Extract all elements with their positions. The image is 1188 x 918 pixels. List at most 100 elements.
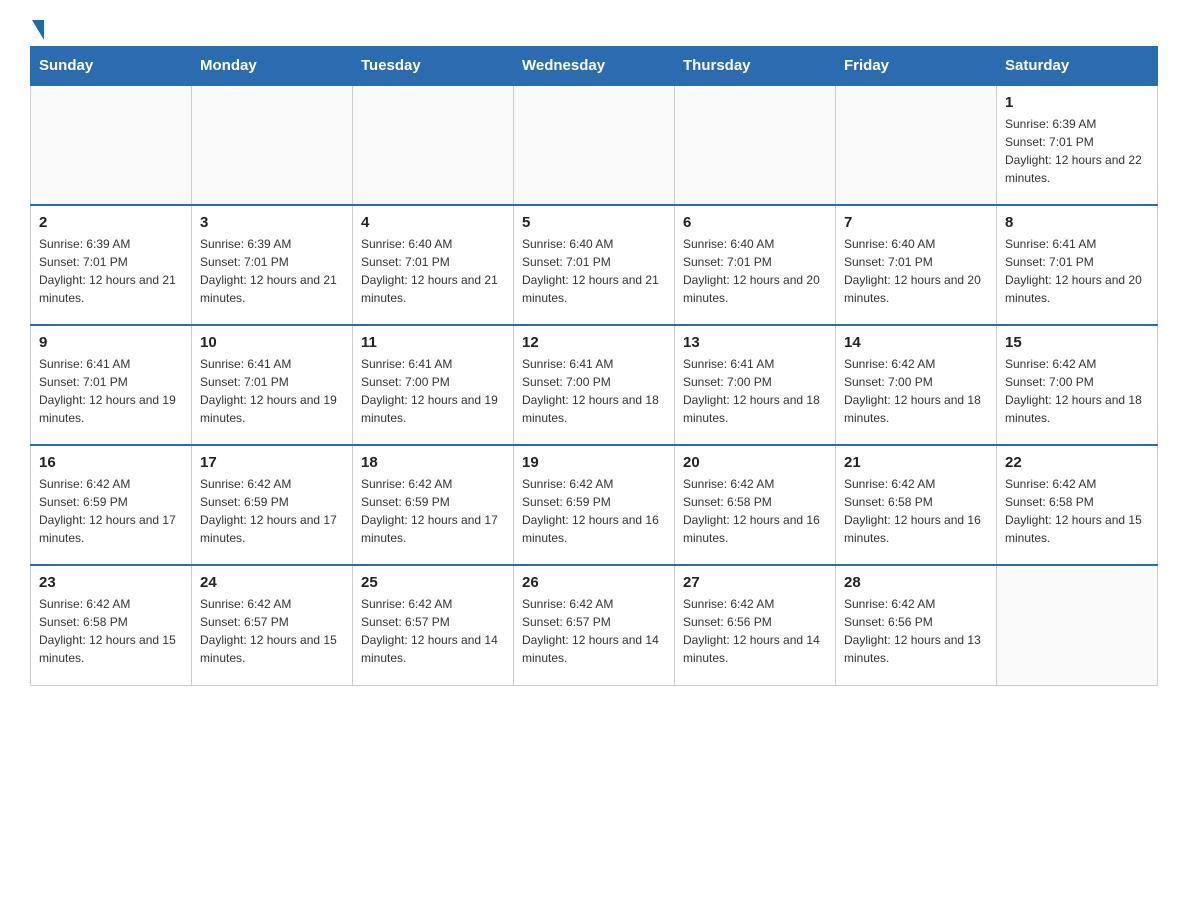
calendar-cell: 12 Sunrise: 6:41 AMSunset: 7:00 PMDayligh… [514,325,675,445]
day-number: 27 [683,574,827,591]
calendar-cell: 24 Sunrise: 6:42 AMSunset: 6:57 PMDayligh… [192,565,353,685]
day-info: Sunrise: 6:40 AMSunset: 7:01 PMDaylight:… [522,235,666,307]
day-number: 17 [200,454,344,471]
day-info: Sunrise: 6:42 AMSunset: 6:56 PMDaylight:… [683,595,827,667]
calendar-cell: 25Sunrise: 6:42 AMSunset: 6:57 PMDayligh… [353,565,514,685]
day-info: Sunrise: 6:42 AMSunset: 6:59 PMDaylight:… [200,475,344,547]
day-header-wednesday: Wednesday [514,47,675,86]
calendar-header-row: SundayMondayTuesdayWednesdayThursdayFrid… [31,47,1158,86]
day-info: Sunrise: 6:40 AMSunset: 7:01 PMDaylight:… [844,235,988,307]
calendar-cell: 11 Sunrise: 6:41 AMSunset: 7:00 PMDayligh… [353,325,514,445]
calendar-cell [353,85,514,205]
day-info: Sunrise: 6:42 AMSunset: 6:56 PMDaylight:… [844,595,988,667]
week-row-3: 9 Sunrise: 6:41 AMSunset: 7:01 PMDaylight… [31,325,1158,445]
calendar-cell: 20 Sunrise: 6:42 AMSunset: 6:58 PMDayligh… [675,445,836,565]
calendar-cell: 19 Sunrise: 6:42 AMSunset: 6:59 PMDayligh… [514,445,675,565]
week-row-5: 23 Sunrise: 6:42 AMSunset: 6:58 PMDayligh… [31,565,1158,685]
calendar-cell: 9Sunrise: 6:41 AMSunset: 7:01 PMDaylight… [31,325,192,445]
day-info: Sunrise: 6:42 AMSunset: 6:57 PMDaylight:… [200,595,344,667]
day-header-friday: Friday [836,47,997,86]
week-row-2: 2 Sunrise: 6:39 AMSunset: 7:01 PMDaylight… [31,205,1158,325]
day-number: 21 [844,454,988,471]
day-number: 22 [1005,454,1149,471]
day-number: 28 [844,574,988,591]
day-info: Sunrise: 6:42 AMSunset: 6:58 PMDaylight:… [1005,475,1149,547]
calendar-cell: 1 Sunrise: 6:39 AMSunset: 7:01 PMDaylight… [997,85,1158,205]
day-number: 14 [844,334,988,351]
page-header [30,20,1158,36]
day-header-tuesday: Tuesday [353,47,514,86]
day-info: Sunrise: 6:39 AMSunset: 7:01 PMDaylight:… [200,235,344,307]
day-number: 26 [522,574,666,591]
calendar-cell: 26 Sunrise: 6:42 AMSunset: 6:57 PMDayligh… [514,565,675,685]
day-info: Sunrise: 6:42 AMSunset: 6:58 PMDaylight:… [683,475,827,547]
day-number: 4 [361,214,505,231]
logo-triangle-icon [32,20,44,40]
day-number: 5 [522,214,666,231]
calendar-cell: 8 Sunrise: 6:41 AMSunset: 7:01 PMDaylight… [997,205,1158,325]
day-number: 8 [1005,214,1149,231]
week-row-1: 1 Sunrise: 6:39 AMSunset: 7:01 PMDaylight… [31,85,1158,205]
day-number: 19 [522,454,666,471]
calendar-cell: 14 Sunrise: 6:42 AMSunset: 7:00 PMDayligh… [836,325,997,445]
day-info: Sunrise: 6:41 AMSunset: 7:01 PMDaylight:… [200,355,344,427]
day-header-sunday: Sunday [31,47,192,86]
calendar-cell: 23 Sunrise: 6:42 AMSunset: 6:58 PMDayligh… [31,565,192,685]
calendar-cell: 22 Sunrise: 6:42 AMSunset: 6:58 PMDayligh… [997,445,1158,565]
day-info: Sunrise: 6:39 AMSunset: 7:01 PMDaylight:… [39,235,183,307]
calendar-cell: 4 Sunrise: 6:40 AMSunset: 7:01 PMDaylight… [353,205,514,325]
day-info: Sunrise: 6:42 AMSunset: 7:00 PMDaylight:… [1005,355,1149,427]
day-number: 15 [1005,334,1149,351]
calendar-cell [997,565,1158,685]
day-info: Sunrise: 6:39 AMSunset: 7:01 PMDaylight:… [1005,115,1149,187]
calendar-cell: 15 Sunrise: 6:42 AMSunset: 7:00 PMDayligh… [997,325,1158,445]
calendar-cell: 17 Sunrise: 6:42 AMSunset: 6:59 PMDayligh… [192,445,353,565]
calendar-cell: 27 Sunrise: 6:42 AMSunset: 6:56 PMDayligh… [675,565,836,685]
day-number: 18 [361,454,505,471]
logo [30,20,44,36]
day-number: 6 [683,214,827,231]
calendar-cell: 16 Sunrise: 6:42 AMSunset: 6:59 PMDayligh… [31,445,192,565]
day-info: Sunrise: 6:42 AMSunset: 6:59 PMDaylight:… [39,475,183,547]
calendar-cell [31,85,192,205]
day-header-thursday: Thursday [675,47,836,86]
day-info: Sunrise: 6:42 AMSunset: 6:57 PMDaylight:… [522,595,666,667]
calendar-cell: 7 Sunrise: 6:40 AMSunset: 7:01 PMDaylight… [836,205,997,325]
day-header-monday: Monday [192,47,353,86]
calendar-cell [836,85,997,205]
day-info: Sunrise: 6:41 AMSunset: 7:00 PMDaylight:… [683,355,827,427]
day-number: 24 [200,574,344,591]
calendar-table: SundayMondayTuesdayWednesdayThursdayFrid… [30,46,1158,686]
calendar-cell: 21 Sunrise: 6:42 AMSunset: 6:58 PMDayligh… [836,445,997,565]
day-info: Sunrise: 6:41 AMSunset: 7:01 PMDaylight:… [1005,235,1149,307]
day-info: Sunrise: 6:42 AMSunset: 6:58 PMDaylight:… [39,595,183,667]
day-number: 7 [844,214,988,231]
day-info: Sunrise: 6:42 AMSunset: 7:00 PMDaylight:… [844,355,988,427]
day-number: 25 [361,574,505,591]
day-number: 16 [39,454,183,471]
calendar-cell: 13 Sunrise: 6:41 AMSunset: 7:00 PMDayligh… [675,325,836,445]
logo-general-text [30,20,44,40]
day-number: 2 [39,214,183,231]
day-info: Sunrise: 6:40 AMSunset: 7:01 PMDaylight:… [361,235,505,307]
week-row-4: 16 Sunrise: 6:42 AMSunset: 6:59 PMDayligh… [31,445,1158,565]
day-info: Sunrise: 6:42 AMSunset: 6:58 PMDaylight:… [844,475,988,547]
calendar-cell: 2 Sunrise: 6:39 AMSunset: 7:01 PMDaylight… [31,205,192,325]
day-number: 9 [39,334,183,351]
calendar-cell [675,85,836,205]
day-number: 12 [522,334,666,351]
day-info: Sunrise: 6:40 AMSunset: 7:01 PMDaylight:… [683,235,827,307]
day-info: Sunrise: 6:42 AMSunset: 6:59 PMDaylight:… [522,475,666,547]
day-number: 13 [683,334,827,351]
day-info: Sunrise: 6:41 AMSunset: 7:00 PMDaylight:… [361,355,505,427]
calendar-cell [514,85,675,205]
calendar-cell: 6 Sunrise: 6:40 AMSunset: 7:01 PMDaylight… [675,205,836,325]
day-info: Sunrise: 6:41 AMSunset: 7:00 PMDaylight:… [522,355,666,427]
day-number: 11 [361,334,505,351]
day-number: 1 [1005,94,1149,111]
day-number: 10 [200,334,344,351]
day-info: Sunrise: 6:42 AMSunset: 6:59 PMDaylight:… [361,475,505,547]
day-number: 23 [39,574,183,591]
calendar-cell [192,85,353,205]
day-number: 20 [683,454,827,471]
